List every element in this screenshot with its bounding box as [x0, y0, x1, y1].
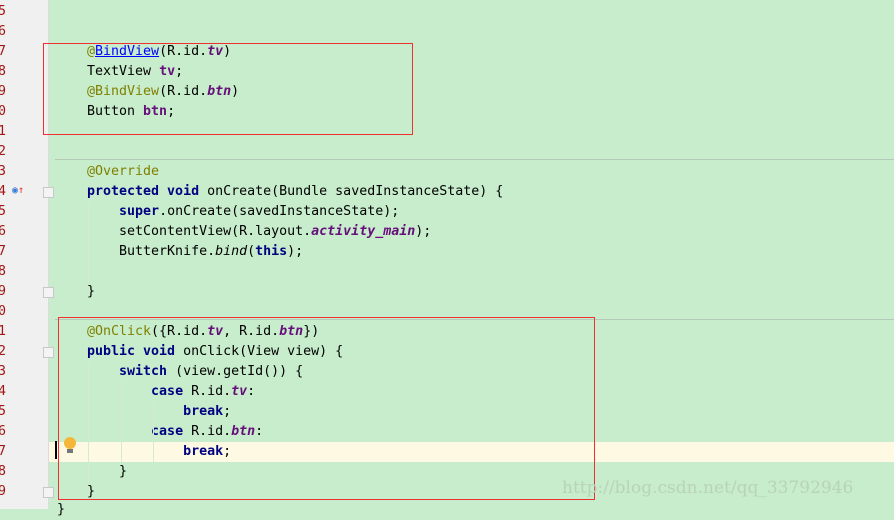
line-number: 8 — [0, 464, 7, 479]
code-token: setContentView(R.layout. — [87, 224, 312, 239]
line-number: 8 — [0, 64, 7, 79]
line-number: 5 — [0, 204, 7, 219]
code-token: onCreate(Bundle savedInstanceState) { — [207, 184, 504, 199]
code-token: ); — [287, 244, 304, 259]
code-token: } — [87, 284, 96, 299]
override-method-icon[interactable]: ◉↑ — [12, 185, 24, 196]
code-token: ( — [247, 244, 256, 259]
code-token: ); — [415, 224, 432, 239]
line-number: 1 — [0, 324, 7, 339]
line-number: 4 — [0, 184, 7, 199]
line-number: 6 — [0, 424, 7, 439]
line-number: 5 — [0, 404, 7, 419]
code-line[interactable]: @Override — [87, 162, 159, 182]
text-caret — [55, 441, 57, 459]
code-token: bind — [215, 244, 248, 259]
code-line[interactable]: super.onCreate(savedInstanceState); — [87, 202, 399, 222]
code-token: ButterKnife. — [87, 244, 216, 259]
fold-marker-icon[interactable] — [43, 347, 54, 358]
line-number: 9 — [0, 484, 7, 499]
line-number: 7 — [0, 244, 7, 259]
line-number: 6 — [0, 224, 7, 239]
line-number: 7 — [0, 444, 7, 459]
code-token: @Override — [87, 164, 160, 179]
code-line[interactable]: } — [87, 282, 95, 302]
fold-marker-icon[interactable] — [43, 287, 54, 298]
line-number: 3 — [0, 164, 7, 179]
line-number: 7 — [0, 44, 7, 59]
fold-marker-icon[interactable] — [43, 487, 54, 498]
code-token: activity_main — [311, 224, 416, 239]
line-number: 3 — [0, 364, 7, 379]
closing-brace: } — [57, 502, 66, 517]
line-number: 0 — [0, 104, 7, 119]
fold-marker-icon[interactable] — [43, 187, 54, 198]
line-number: 4 — [0, 384, 7, 399]
line-number: 2 — [0, 144, 7, 159]
code-token: this — [255, 244, 288, 259]
indent-guide — [88, 202, 89, 282]
highlight-box-bindview — [43, 43, 413, 135]
code-line[interactable]: setContentView(R.layout.activity_main); — [87, 222, 431, 242]
line-number-gutter: 5 6 7 8 9 0 1 2 3 4 5 6 7 8 9 0 1 2 3 4 5 6 7 8 9 — [0, 0, 49, 509]
line-number: 2 — [0, 344, 7, 359]
code-line[interactable]: protected void onCreate(Bundle savedInst… — [87, 182, 503, 202]
code-token: .onCreate(savedInstanceState); — [159, 204, 400, 219]
code-line[interactable]: ButterKnife.bind(this); — [87, 242, 303, 262]
line-number: 5 — [0, 4, 7, 19]
line-number: 6 — [0, 24, 7, 39]
highlight-box-onclick — [58, 317, 595, 500]
code-token: protected void — [87, 184, 208, 199]
line-number: 9 — [0, 84, 7, 99]
watermark: http://blog.csdn.net/qq_33792946 — [562, 478, 854, 498]
line-number: 0 — [0, 304, 7, 319]
line-number: 1 — [0, 124, 7, 139]
method-separator — [55, 159, 894, 160]
line-number: 9 — [0, 284, 7, 299]
line-number: 8 — [0, 264, 7, 279]
code-token: super — [119, 204, 160, 219]
